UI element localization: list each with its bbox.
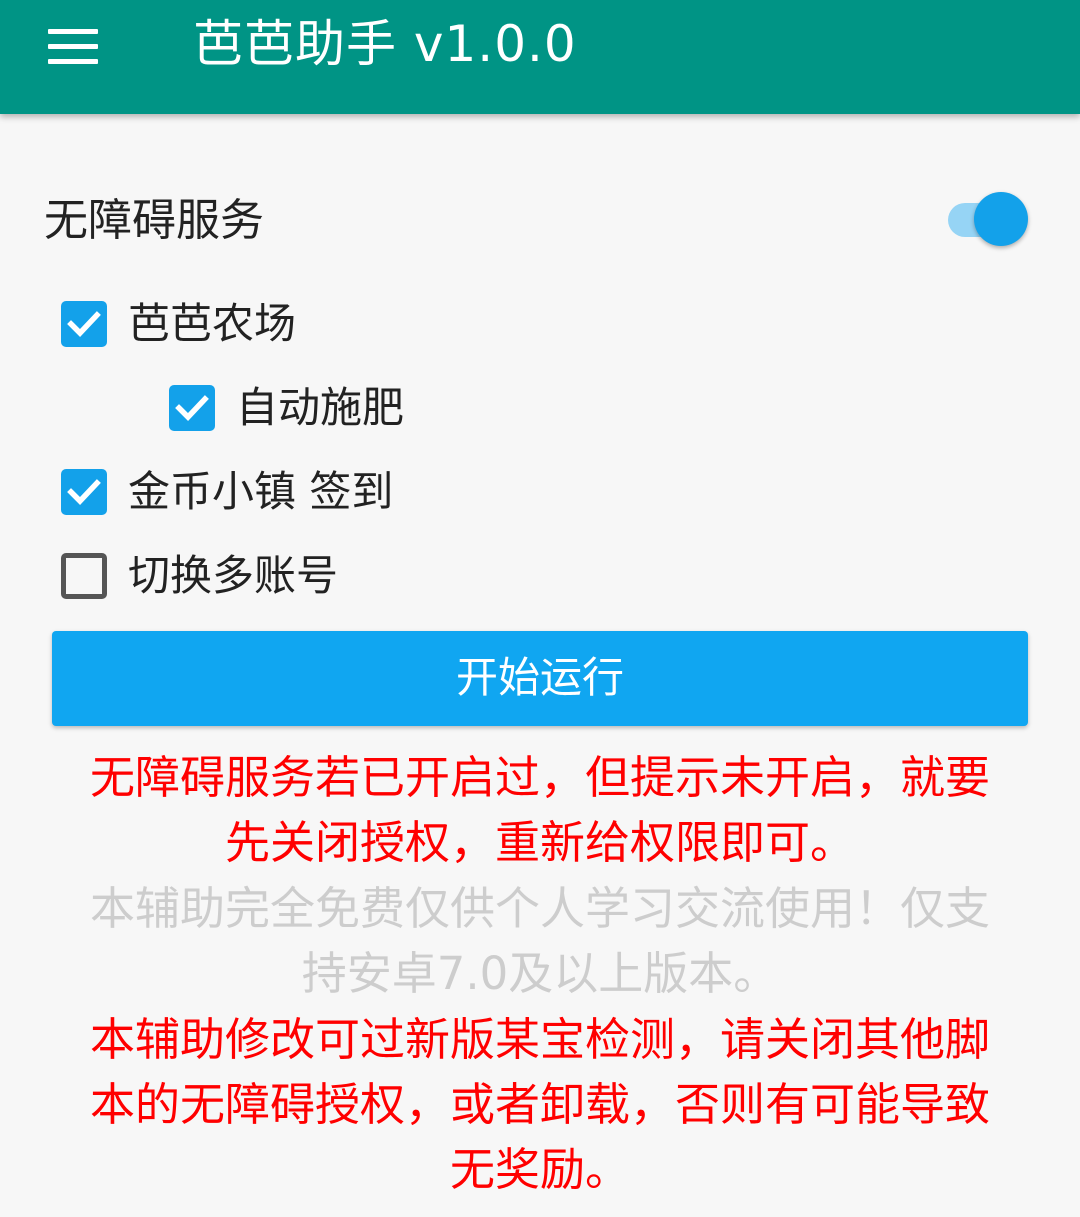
switch-thumb: [974, 192, 1028, 246]
app-title: 芭芭助手 v1.0.0: [193, 15, 577, 73]
warning-notice-1: 无障碍服务若已开启过，但提示未开启，就要 先关闭授权，重新给权限即可。: [52, 745, 1028, 875]
warning-notice-1-line-2: 先关闭授权，重新给权限即可。: [224, 816, 855, 869]
accessibility-service-switch[interactable]: [944, 191, 1034, 251]
checkbox-checked-icon[interactable]: [169, 385, 215, 431]
warning-notice-2-line-2: 本的无障碍授权，或者卸载，否则有可能导致: [89, 1078, 990, 1131]
hamburger-menu-icon[interactable]: [36, 10, 110, 76]
option-label: 自动施肥: [236, 383, 405, 432]
info-notice-line-2: 持安卓7.0及以上版本。: [301, 947, 779, 1000]
accessibility-service-row: 无障碍服务: [0, 175, 1080, 265]
menu-bar-middle: [48, 44, 98, 49]
option-label: 金币小镇 签到: [128, 467, 394, 516]
start-button[interactable]: 开始运行: [52, 631, 1028, 726]
info-notice: 本辅助完全免费仅供个人学习交流使用！仅支 持安卓7.0及以上版本。: [52, 876, 1028, 1006]
option-label: 切换多账号: [128, 551, 339, 600]
checkbox-unchecked-icon[interactable]: [61, 553, 107, 599]
option-label: 芭芭农场: [128, 299, 297, 348]
warning-notice-2-line-1: 本辅助修改可过新版某宝检测，请关闭其他脚: [89, 1013, 990, 1066]
warning-notice-2-line-3: 无奖励。: [449, 1143, 630, 1196]
menu-bar-top: [48, 29, 98, 34]
menu-bar-bottom: [48, 59, 98, 64]
checkbox-checked-icon[interactable]: [61, 469, 107, 515]
checkbox-checked-icon[interactable]: [61, 301, 107, 347]
accessibility-service-label: 无障碍服务: [44, 195, 264, 246]
warning-notice-1-line-1: 无障碍服务若已开启过，但提示未开启，就要: [89, 751, 990, 804]
warning-notice-2: 本辅助修改可过新版某宝检测，请关闭其他脚 本的无障碍授权，或者卸载，否则有可能导…: [52, 1007, 1028, 1202]
app-bar: 芭芭助手 v1.0.0: [0, 0, 1080, 114]
start-button-label: 开始运行: [455, 653, 624, 702]
info-notice-line-1: 本辅助完全免费仅供个人学习交流使用！仅支: [89, 882, 990, 935]
